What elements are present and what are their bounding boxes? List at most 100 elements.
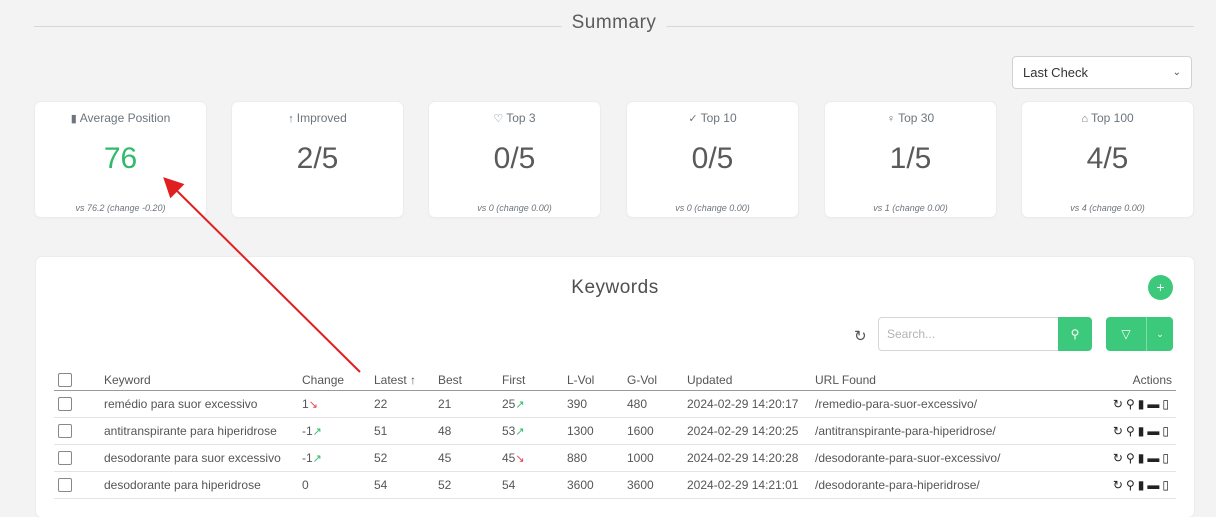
stat-card-average-position: ▮ Average Position 76 vs 76.2 (change -0.20… bbox=[35, 102, 206, 217]
column-header[interactable]: G-Vol bbox=[623, 370, 683, 391]
table-row[interactable]: remédio para suor excessivo 1↘ 22 21 25↗ 390 4… bbox=[54, 390, 1176, 418]
stat-value: 76 bbox=[103, 142, 138, 175]
stat-card-improved: ↑ Improved 2/5 bbox=[232, 102, 403, 217]
arrow-up-icon: ↑ bbox=[288, 113, 294, 125]
stat-label-text: Top 30 bbox=[898, 111, 935, 125]
search-input[interactable] bbox=[878, 317, 1058, 351]
period-select[interactable]: Last Check ⌄ bbox=[1012, 56, 1192, 89]
best-cell: 48 bbox=[434, 417, 498, 445]
best-cell: 21 bbox=[434, 390, 498, 418]
row-checkbox[interactable] bbox=[58, 397, 72, 412]
table-row[interactable]: desodorante para hiperidrose 0 54 52 54 3600 3… bbox=[54, 471, 1176, 499]
refresh-icon[interactable]: ↻ bbox=[1113, 451, 1126, 465]
row-checkbox[interactable] bbox=[58, 478, 72, 493]
bookmark-icon[interactable]: ▬ bbox=[1147, 397, 1162, 411]
search-icon[interactable]: ⚲ bbox=[1126, 397, 1138, 411]
keyword-cell[interactable]: remédio para suor excessivo bbox=[100, 390, 298, 418]
column-header[interactable]: Latest ↑ bbox=[370, 370, 434, 391]
column-header[interactable]: Updated bbox=[683, 370, 811, 391]
stat-value: 4/5 bbox=[1086, 142, 1129, 175]
first-cell: 54 bbox=[498, 471, 563, 499]
stat-label: ♀ Top 30 bbox=[825, 111, 996, 125]
stat-value: 1/5 bbox=[889, 142, 932, 175]
chevron-down-icon[interactable]: ⌄ bbox=[1147, 317, 1173, 351]
updated-cell: 2024-02-29 14:20:28 bbox=[683, 444, 811, 472]
url-cell[interactable]: /remedio-para-suor-excessivo/ bbox=[811, 390, 1078, 418]
filter-button[interactable]: ▽ ⌄ bbox=[1106, 317, 1173, 351]
search-icon[interactable]: ⚲ bbox=[1126, 424, 1138, 438]
lvol-cell: 880 bbox=[563, 444, 623, 472]
change-cell: -1↗ bbox=[298, 444, 370, 472]
search-button[interactable]: ⚲ bbox=[1058, 317, 1092, 351]
stat-card-top-10: ✓ Top 10 0/5 vs 0 (change 0.00) bbox=[627, 102, 798, 217]
filter-icon: ▽ bbox=[1106, 317, 1147, 351]
bookmark-icon[interactable]: ▬ bbox=[1147, 424, 1162, 438]
updated-cell: 2024-02-29 14:20:25 bbox=[683, 417, 811, 445]
gvol-cell: 1600 bbox=[623, 417, 683, 445]
url-cell[interactable]: /desodorante-para-suor-excessivo/ bbox=[811, 444, 1078, 472]
gift-icon: ⌂ bbox=[1081, 113, 1088, 125]
bookmark-icon[interactable]: ▬ bbox=[1147, 451, 1162, 465]
keywords-title: Keywords bbox=[571, 277, 659, 298]
lvol-cell: 390 bbox=[563, 390, 623, 418]
add-keyword-button[interactable]: + bbox=[1148, 275, 1173, 300]
chart-icon[interactable]: ▮ bbox=[1138, 424, 1148, 438]
summary-title: Summary bbox=[561, 12, 667, 34]
keyword-cell[interactable]: desodorante para hiperidrose bbox=[100, 471, 298, 499]
stat-label-text: Improved bbox=[296, 111, 347, 125]
column-header: Actions bbox=[1078, 370, 1176, 391]
stat-label-text: Average Position bbox=[79, 111, 171, 125]
column-header[interactable]: L-Vol bbox=[563, 370, 623, 391]
refresh-icon[interactable]: ↻ bbox=[1113, 424, 1126, 438]
award-icon: ♀ bbox=[886, 113, 896, 125]
stat-comparison: vs 4 (change 0.00) bbox=[1070, 203, 1145, 213]
updated-cell: 2024-02-29 14:20:17 bbox=[683, 390, 811, 418]
trend-up-icon: ↗ bbox=[312, 453, 322, 465]
trash-icon[interactable]: ▯ bbox=[1162, 478, 1172, 492]
refresh-icon[interactable]: ↻ bbox=[1113, 478, 1126, 492]
trend-down-icon: ↘ bbox=[515, 453, 525, 465]
stat-value: 2/5 bbox=[296, 142, 339, 175]
column-header[interactable]: Keyword bbox=[100, 370, 298, 391]
chart-icon[interactable]: ▮ bbox=[1138, 451, 1148, 465]
row-actions: ↻⚲▮▬▯ bbox=[1078, 390, 1176, 418]
chart-icon[interactable]: ▮ bbox=[1138, 397, 1148, 411]
lvol-cell: 3600 bbox=[563, 471, 623, 499]
column-header[interactable]: Change bbox=[298, 370, 370, 391]
row-checkbox[interactable] bbox=[58, 424, 72, 439]
updated-cell: 2024-02-29 14:21:01 bbox=[683, 471, 811, 499]
search-icon: ⚲ bbox=[1070, 327, 1080, 341]
chart-icon[interactable]: ▮ bbox=[1138, 478, 1148, 492]
refresh-icon[interactable]: ↻ bbox=[1113, 397, 1126, 411]
column-header[interactable]: Best bbox=[434, 370, 498, 391]
refresh-icon[interactable]: ↻ bbox=[854, 327, 867, 345]
url-cell[interactable]: /desodorante-para-hiperidrose/ bbox=[811, 471, 1078, 499]
gvol-cell: 1000 bbox=[623, 444, 683, 472]
keywords-table: Keyword Change Latest ↑ Best First L-Vol… bbox=[54, 370, 1176, 499]
stat-value: 0/5 bbox=[493, 142, 536, 175]
chevron-down-icon: ⌄ bbox=[1172, 67, 1181, 78]
trash-icon[interactable]: ▯ bbox=[1162, 424, 1172, 438]
trash-icon[interactable]: ▯ bbox=[1162, 397, 1172, 411]
row-actions: ↻⚲▮▬▯ bbox=[1078, 471, 1176, 499]
search-icon[interactable]: ⚲ bbox=[1126, 478, 1138, 492]
column-header[interactable]: URL Found bbox=[811, 370, 1078, 391]
table-row[interactable]: desodorante para suor excessivo -1↗ 52 45 45… bbox=[54, 444, 1176, 472]
select-all-checkbox[interactable] bbox=[58, 373, 72, 388]
trash-icon[interactable]: ▯ bbox=[1162, 451, 1172, 465]
keyword-cell[interactable]: desodorante para suor excessivo bbox=[100, 444, 298, 472]
stat-label: ✓ Top 10 bbox=[627, 111, 798, 125]
bookmark-icon[interactable]: ▬ bbox=[1147, 478, 1162, 492]
trend-up-icon: ↗ bbox=[515, 426, 525, 438]
change-cell: -1↗ bbox=[298, 417, 370, 445]
stat-label-text: Top 10 bbox=[700, 111, 737, 125]
search-icon[interactable]: ⚲ bbox=[1126, 451, 1138, 465]
keyword-cell[interactable]: antitranspirante para hiperidrose bbox=[100, 417, 298, 445]
url-cell[interactable]: /antitranspirante-para-hiperidrose/ bbox=[811, 417, 1078, 445]
row-actions: ↻⚲▮▬▯ bbox=[1078, 444, 1176, 472]
table-row[interactable]: antitranspirante para hiperidrose -1↗ 51 48… bbox=[54, 417, 1176, 445]
row-checkbox[interactable] bbox=[58, 451, 72, 466]
column-header[interactable]: First bbox=[498, 370, 563, 391]
latest-cell: 22 bbox=[370, 390, 434, 418]
best-cell: 45 bbox=[434, 444, 498, 472]
